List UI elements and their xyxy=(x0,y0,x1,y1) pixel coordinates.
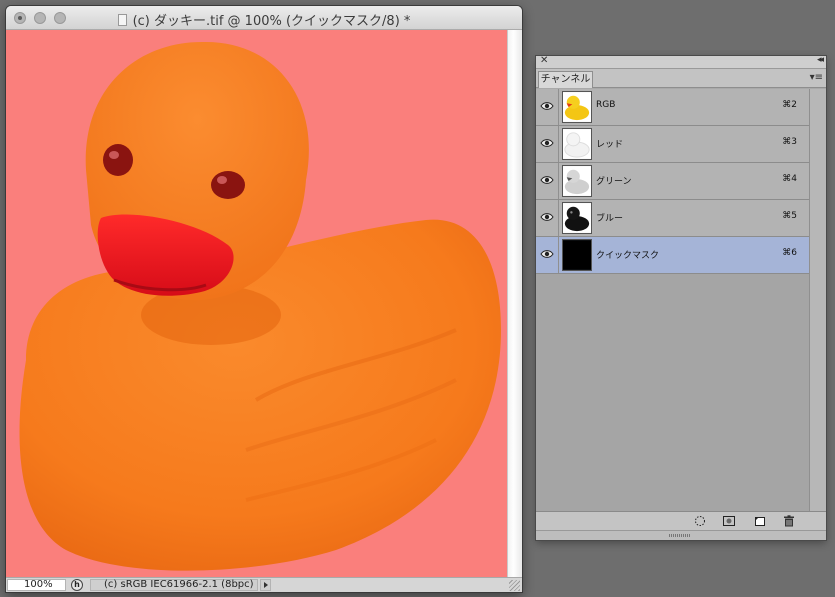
channel-label: RGB xyxy=(596,100,616,110)
green-thumb xyxy=(562,165,592,197)
panel-footer xyxy=(536,511,826,530)
document-title-container: (c) ダッキー.tif @ 100% (クイックマスク/8) * xyxy=(6,10,522,29)
channel-label: ブルー xyxy=(596,214,624,224)
panel-tab-row: チャンネル ▾≡ xyxy=(536,69,826,88)
row-divider xyxy=(558,200,559,236)
blue-thumb xyxy=(562,202,592,234)
rgb-thumb xyxy=(562,91,592,123)
row-divider xyxy=(558,163,559,199)
visibility-eye-icon[interactable] xyxy=(540,138,554,148)
status-menu-arrow-icon[interactable] xyxy=(260,579,271,591)
right-eye xyxy=(211,171,245,199)
row-divider xyxy=(558,237,559,273)
panel-topbar[interactable]: ✕ ◂◂ xyxy=(536,55,826,69)
left-eye-highlight xyxy=(109,151,119,159)
visibility-eye-icon[interactable] xyxy=(540,249,554,259)
status-bar: 100% h (c) sRGB IEC61966-2.1 (8bpc) xyxy=(6,577,522,592)
document-titlebar[interactable]: (c) ダッキー.tif @ 100% (クイックマスク/8) * xyxy=(6,6,522,30)
channel-list: RGB ⌘2 レッド ⌘3 グリーン ⌘4 ブルー ⌘5 クイックマスク ⌘6 xyxy=(536,89,809,511)
channel-shortcut: ⌘6 xyxy=(782,248,797,258)
red-thumb xyxy=(562,128,592,160)
channel-shortcut: ⌘3 xyxy=(782,137,797,147)
save-selection-icon[interactable] xyxy=(723,515,735,527)
panel-collapse-icon[interactable]: ◂◂ xyxy=(817,55,824,65)
resize-grip-icon[interactable] xyxy=(509,580,520,591)
document-file-icon xyxy=(117,14,127,26)
panel-menu-icon[interactable]: ▾≡ xyxy=(810,72,823,83)
zoom-field[interactable]: 100% xyxy=(7,579,66,591)
row-divider xyxy=(558,89,559,125)
channel-row[interactable]: ブルー ⌘5 xyxy=(536,200,809,237)
document-info-icon[interactable]: h xyxy=(71,579,83,591)
vertical-scrollbar[interactable] xyxy=(507,30,522,577)
channel-row[interactable]: グリーン ⌘4 xyxy=(536,163,809,200)
channel-shortcut: ⌘4 xyxy=(782,174,797,184)
left-eye xyxy=(103,144,133,176)
channel-row[interactable]: RGB ⌘2 xyxy=(536,89,809,126)
document-window: (c) ダッキー.tif @ 100% (クイックマスク/8) * 100% h… xyxy=(6,6,522,592)
channel-row[interactable]: レッド ⌘3 xyxy=(536,126,809,163)
visibility-eye-icon[interactable] xyxy=(540,212,554,222)
channel-label: グリーン xyxy=(596,177,632,187)
load-selection-icon[interactable] xyxy=(694,515,706,527)
visibility-eye-icon[interactable] xyxy=(540,175,554,185)
row-divider xyxy=(558,126,559,162)
rubber-duck-image xyxy=(19,41,502,571)
channel-label: レッド xyxy=(596,140,624,150)
new-channel-icon[interactable] xyxy=(754,515,766,527)
visibility-eye-icon[interactable] xyxy=(540,101,554,111)
document-title: (c) ダッキー.tif @ 100% (クイックマスク/8) * xyxy=(132,14,411,29)
channel-shortcut: ⌘5 xyxy=(782,211,797,221)
panel-scrollbar[interactable] xyxy=(809,89,826,511)
channel-shortcut: ⌘2 xyxy=(782,100,797,110)
color-profile-text: (c) sRGB IEC61966-2.1 (8bpc) xyxy=(90,579,258,591)
tab-channels[interactable]: チャンネル xyxy=(538,71,593,88)
panel-close-icon[interactable]: ✕ xyxy=(540,55,548,66)
image-canvas[interactable] xyxy=(6,30,507,577)
right-eye-highlight xyxy=(217,176,227,184)
panel-resize-grip[interactable] xyxy=(536,530,826,540)
channels-panel: ✕ ◂◂ チャンネル ▾≡ RGB ⌘2 レッド ⌘3 グリーン ⌘4 ブルー ⌘5 クイックマ… xyxy=(536,55,826,540)
channel-row[interactable]: クイックマスク ⌘6 xyxy=(536,237,809,274)
trash-icon[interactable] xyxy=(783,515,795,527)
channel-label: クイックマスク xyxy=(596,251,660,261)
quickmask-thumb xyxy=(562,239,592,271)
